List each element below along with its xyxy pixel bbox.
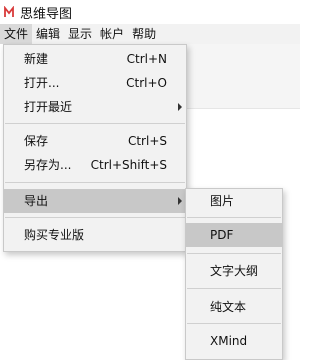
export-item-image[interactable]: 图片 — [186, 189, 282, 213]
mindmap-logo-icon — [4, 6, 14, 18]
export-item-plain-text-label: 纯文本 — [210, 300, 247, 314]
export-item-xmind-label: XMind — [210, 334, 248, 348]
menu-account[interactable]: 帐户 — [96, 24, 128, 44]
menu-edit[interactable]: 编辑 — [32, 24, 64, 44]
title-bar: 思维导图 — [0, 0, 300, 24]
menu-separator — [187, 217, 281, 218]
export-item-xmind[interactable]: XMind — [186, 329, 282, 353]
toolbar-strip — [186, 44, 300, 109]
export-item-pdf-label: PDF — [210, 228, 234, 242]
menu-item-buy-pro[interactable]: 购买专业版 — [4, 223, 186, 247]
menu-item-save-as[interactable]: 另存为... Ctrl+Shift+S — [4, 153, 186, 177]
menu-item-buy-pro-label: 购买专业版 — [24, 228, 85, 242]
submenu-arrow-icon — [178, 103, 182, 111]
menu-item-open[interactable]: 打开... Ctrl+O — [4, 71, 186, 95]
menu-separator — [187, 288, 281, 289]
menu-item-open-recent[interactable]: 打开最近 — [4, 95, 186, 119]
export-item-plain-text[interactable]: 纯文本 — [186, 295, 282, 319]
menu-item-save-label: 保存 — [24, 134, 49, 148]
menu-item-open-label: 打开... — [24, 76, 60, 90]
export-item-outline-label: 文字大纲 — [210, 264, 259, 278]
menu-item-open-shortcut: Ctrl+O — [126, 76, 167, 90]
menu-item-export[interactable]: 导出 — [4, 189, 186, 213]
menu-separator — [187, 253, 281, 254]
menu-item-save[interactable]: 保存 Ctrl+S — [4, 129, 186, 153]
export-item-outline[interactable]: 文字大纲 — [186, 259, 282, 283]
menu-item-save-as-shortcut: Ctrl+Shift+S — [90, 158, 167, 172]
menu-separator — [5, 182, 185, 183]
menu-view[interactable]: 显示 — [64, 24, 96, 44]
menu-item-save-as-label: 另存为... — [24, 158, 72, 172]
menu-file[interactable]: 文件 — [0, 24, 33, 44]
file-menu: 新建 Ctrl+N 打开... Ctrl+O 打开最近 保存 Ctrl+S 另存… — [3, 44, 187, 252]
app-title: 思维导图 — [20, 6, 73, 22]
menu-item-new-shortcut: Ctrl+N — [126, 52, 167, 66]
menu-item-export-label: 导出 — [24, 194, 49, 208]
submenu-arrow-icon — [178, 197, 182, 205]
menu-item-new-label: 新建 — [24, 52, 49, 66]
menu-separator — [5, 123, 185, 124]
export-item-pdf[interactable]: PDF — [186, 223, 282, 247]
menu-bar: 文件 编辑 显示 帐户 帮助 — [0, 24, 300, 44]
export-submenu: 图片 PDF 文字大纲 纯文本 XMind — [185, 188, 283, 360]
menu-item-save-shortcut: Ctrl+S — [127, 134, 167, 148]
menu-separator — [5, 217, 185, 218]
menu-help[interactable]: 帮助 — [128, 24, 160, 44]
menu-item-open-recent-label: 打开最近 — [24, 100, 73, 114]
menu-item-new[interactable]: 新建 Ctrl+N — [4, 47, 186, 71]
export-item-image-label: 图片 — [210, 194, 235, 208]
menu-separator — [187, 323, 281, 324]
